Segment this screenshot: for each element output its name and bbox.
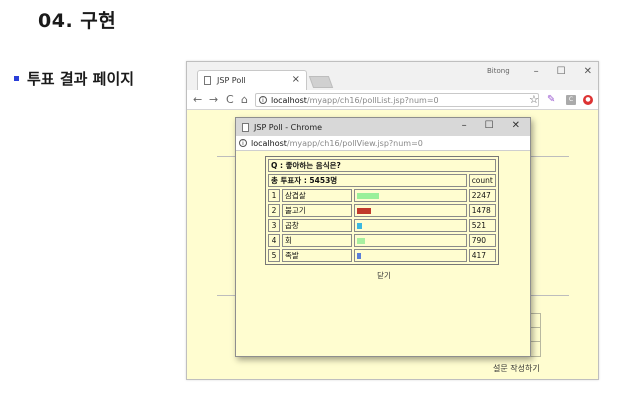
new-tab-button[interactable]	[308, 76, 334, 88]
home-icon[interactable]: ⌂	[241, 93, 248, 106]
page-icon	[242, 122, 249, 132]
vote-bar-cell	[354, 204, 467, 217]
item-label: 삼겹살	[282, 189, 353, 202]
bullet-square-icon	[14, 76, 19, 81]
vote-bar-cell	[354, 234, 467, 247]
item-count: 417	[468, 249, 496, 262]
bullet-item: 투표 결과 페이지	[14, 68, 134, 89]
slide-title: 04. 구현	[38, 10, 117, 32]
popup-address-path: /myapp/ch16/pollView.jsp?num=0	[286, 138, 423, 148]
maximize-button[interactable]: ☐	[557, 66, 566, 77]
poll-item-row: 4 회 790	[268, 234, 496, 247]
item-label: 족발	[282, 249, 353, 262]
address-path: /myapp/ch16/pollList.jsp?num=0	[306, 95, 439, 105]
stop-extension-icon[interactable]: ●	[583, 95, 593, 105]
popup-maximize-button[interactable]: ☐	[485, 120, 494, 131]
extension-icon[interactable]: C	[566, 95, 576, 105]
total-row: 총 투표자 : 5453명 count	[268, 174, 496, 187]
bullet-text: 투표 결과 페이지	[27, 70, 135, 88]
address-host: localhost	[271, 95, 307, 105]
poll-item-row: 5 족발 417	[268, 249, 496, 262]
outer-toolbar: ← → C ⌂ i localhost /myapp/ch16/pollList…	[187, 90, 598, 110]
poll-item-row: 2 불고기 1478	[268, 204, 496, 217]
poll-question: Q : 좋아하는 음식은?	[268, 159, 496, 172]
item-number: 2	[268, 204, 281, 217]
tab-title: JSP Poll	[217, 76, 246, 85]
poll-view-popup: JSP Poll - Chrome – ☐ ✕ i localhost /mya…	[235, 117, 531, 357]
page-icon	[204, 76, 211, 85]
item-count: 521	[468, 219, 496, 232]
poll-result-table: Q : 좋아하는 음식은? 총 투표자 : 5453명 count 1 삼겹살 22…	[265, 156, 499, 265]
reload-icon[interactable]: C	[226, 93, 234, 106]
window-controls: – ☐ ✕	[534, 66, 592, 77]
survey-write-link[interactable]: 설문 작성하기	[493, 363, 540, 374]
vote-bar	[357, 252, 362, 259]
item-label: 곱창	[282, 219, 353, 232]
item-count: 2247	[468, 189, 496, 202]
item-number: 1	[268, 189, 281, 202]
item-label: 회	[282, 234, 353, 247]
question-row: Q : 좋아하는 음식은?	[268, 159, 496, 172]
back-icon[interactable]: ←	[193, 93, 202, 106]
popup-minimize-button[interactable]: –	[462, 120, 467, 131]
item-label: 불고기	[282, 204, 353, 217]
count-header: count	[468, 174, 496, 187]
vote-bar	[357, 207, 372, 214]
item-number: 4	[268, 234, 281, 247]
vote-bar	[357, 237, 366, 244]
address-bar[interactable]: i localhost /myapp/ch16/pollList.jsp?num…	[255, 93, 539, 107]
poll-item-row: 3 곱창 521	[268, 219, 496, 232]
vote-bar	[357, 192, 380, 199]
user-badge[interactable]: Bitong	[487, 67, 510, 75]
info-icon[interactable]: i	[259, 96, 267, 104]
info-icon[interactable]: i	[239, 139, 247, 147]
poll-item-row: 1 삼겹살 2247	[268, 189, 496, 202]
item-number: 5	[268, 249, 281, 262]
forward-icon[interactable]: →	[209, 93, 218, 106]
vote-bar-cell	[354, 189, 467, 202]
popup-title: JSP Poll - Chrome	[254, 122, 323, 132]
popup-address-host: localhost	[251, 138, 287, 148]
popup-window-controls: – ☐ ✕	[462, 120, 520, 131]
popup-titlebar: JSP Poll - Chrome – ☐ ✕	[236, 118, 530, 136]
item-number: 3	[268, 219, 281, 232]
pen-extension-icon[interactable]: ✎	[547, 94, 555, 105]
vote-bar-cell	[354, 249, 467, 262]
popup-close-button[interactable]: ✕	[512, 120, 520, 131]
minimize-button[interactable]: –	[534, 66, 539, 77]
tab-close-icon[interactable]: ×	[292, 74, 300, 85]
close-button[interactable]: ✕	[584, 66, 592, 77]
tab-jsp-poll[interactable]: JSP Poll ×	[197, 70, 307, 90]
popup-close-link[interactable]: 닫기	[236, 270, 532, 281]
vote-bar-cell	[354, 219, 467, 232]
item-count: 790	[468, 234, 496, 247]
outer-titlebar: JSP Poll × Bitong – ☐ ✕	[187, 62, 598, 90]
vote-bar	[357, 222, 363, 229]
total-voters: 총 투표자 : 5453명	[268, 174, 467, 187]
popup-address-bar[interactable]: i localhost /myapp/ch16/pollView.jsp?num…	[236, 136, 530, 151]
bookmark-star-icon[interactable]: ☆	[529, 93, 539, 106]
item-count: 1478	[468, 204, 496, 217]
